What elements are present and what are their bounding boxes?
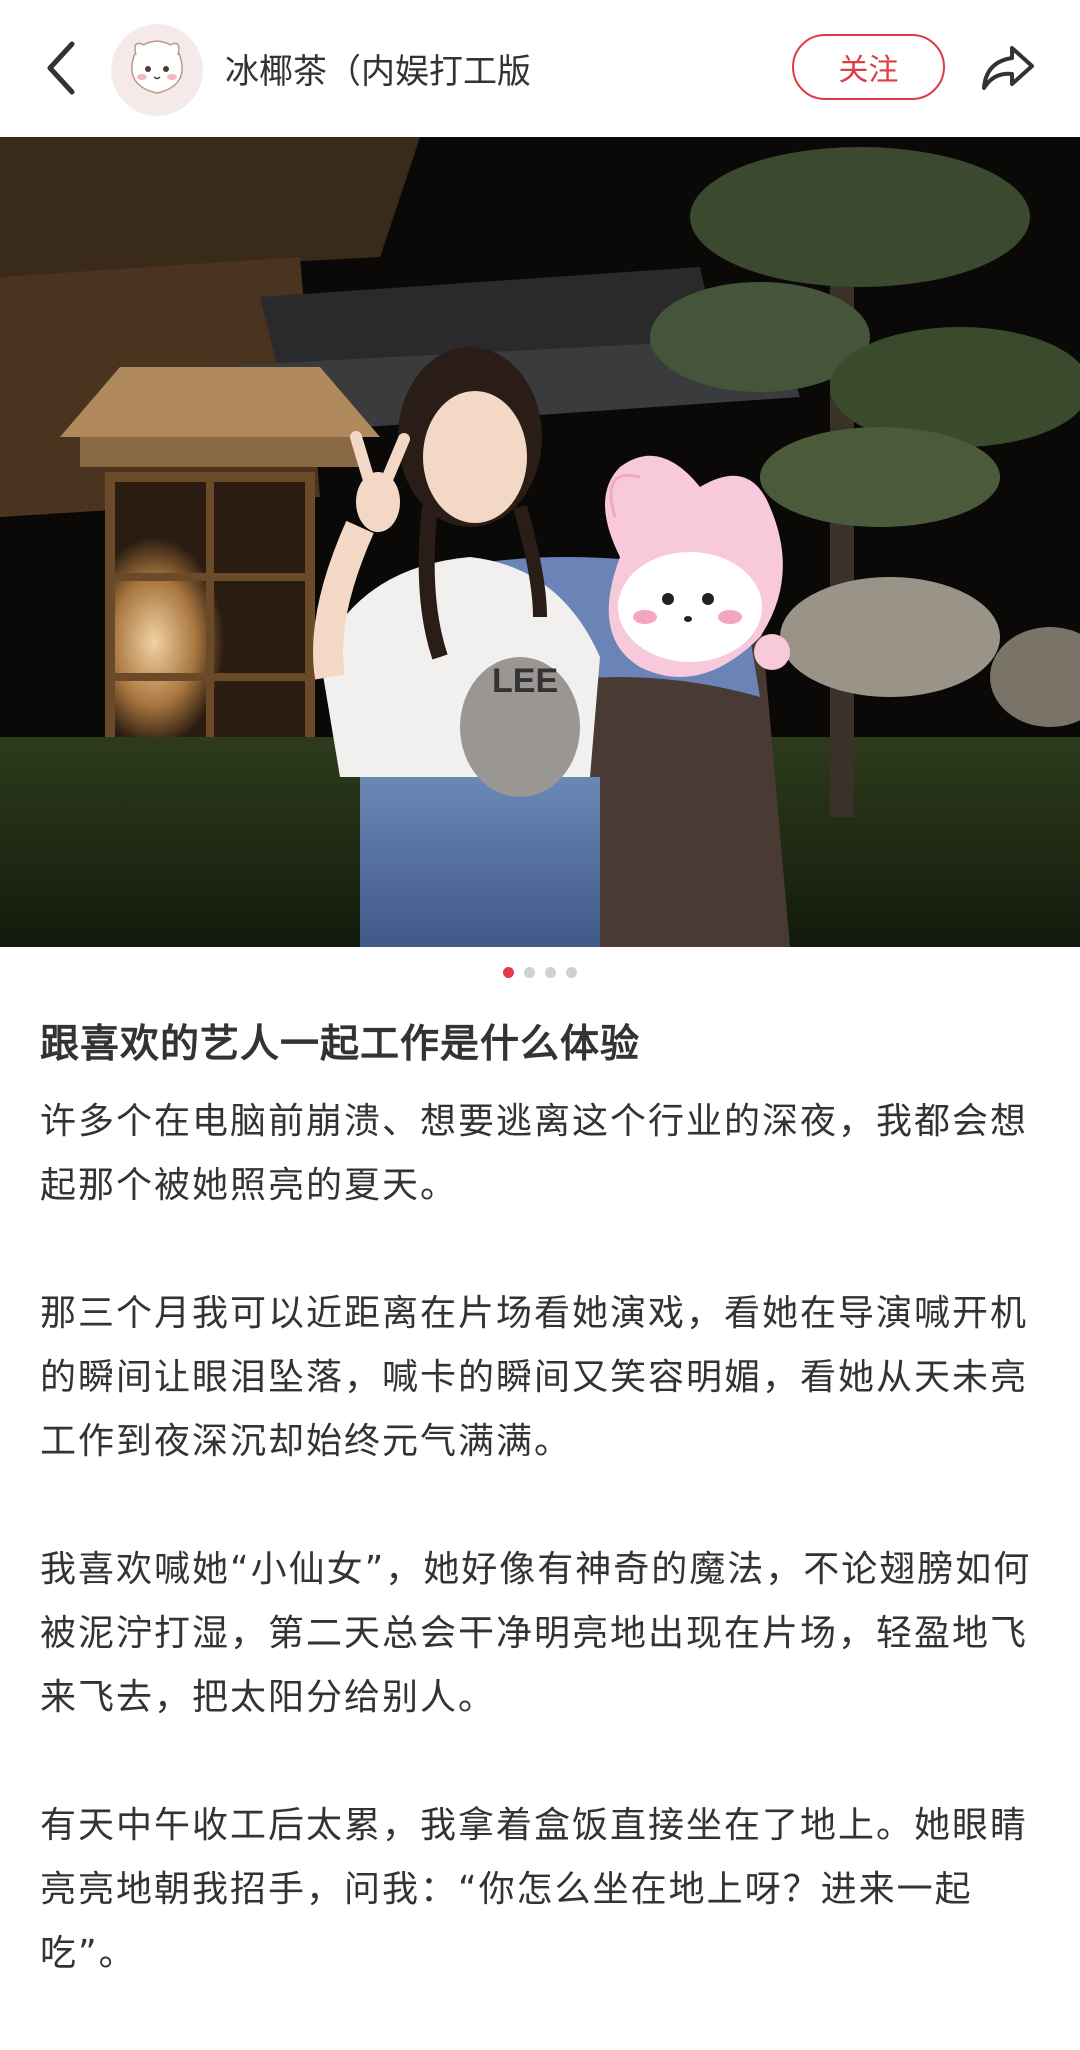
top-bar: 冰椰茶（内娱打工版 关注: [0, 0, 1080, 137]
follow-button[interactable]: 关注: [792, 34, 945, 100]
post-paragraph: 我喜欢喊她“小仙女”，她好像有神奇的魔法，不论翅膀如何被泥泞打湿，第二天总会干净…: [40, 1549, 1032, 1718]
author-name[interactable]: 冰椰茶（内娱打工版: [225, 44, 531, 93]
tshirt-print-text: LEE: [492, 662, 558, 700]
carousel-dot[interactable]: [524, 967, 535, 978]
carousel-dot-active[interactable]: [503, 967, 514, 978]
post-paragraph: 有天中午收工后太累，我拿着盒饭直接坐在了地上。她眼睛亮亮地朝我招手，问我：“你怎…: [40, 1805, 1029, 1974]
post-paragraph: 许多个在电脑前崩溃、想要逃离这个行业的深夜，我都会想起那个被她照亮的夏天。: [40, 1101, 1029, 1206]
post-photo[interactable]: LEE: [0, 137, 1080, 947]
author-avatar[interactable]: [111, 24, 203, 116]
carousel-indicator: [0, 967, 1080, 987]
post-paragraph: 那三个月我可以近距离在片场看她演戏，看她在导演喊开机的瞬间让眼泪坠落，喊卡的瞬间…: [40, 1293, 1029, 1462]
post-body: 许多个在电脑前崩溃、想要逃离这个行业的深夜，我都会想起那个被她照亮的夏天。 那三…: [40, 1090, 1040, 2050]
post-title: 跟喜欢的艺人一起工作是什么体验: [40, 1022, 641, 1067]
share-icon[interactable]: [978, 38, 1038, 98]
carousel-dot[interactable]: [566, 967, 577, 978]
back-arrow-icon[interactable]: [38, 36, 86, 100]
carousel-dot[interactable]: [545, 967, 556, 978]
